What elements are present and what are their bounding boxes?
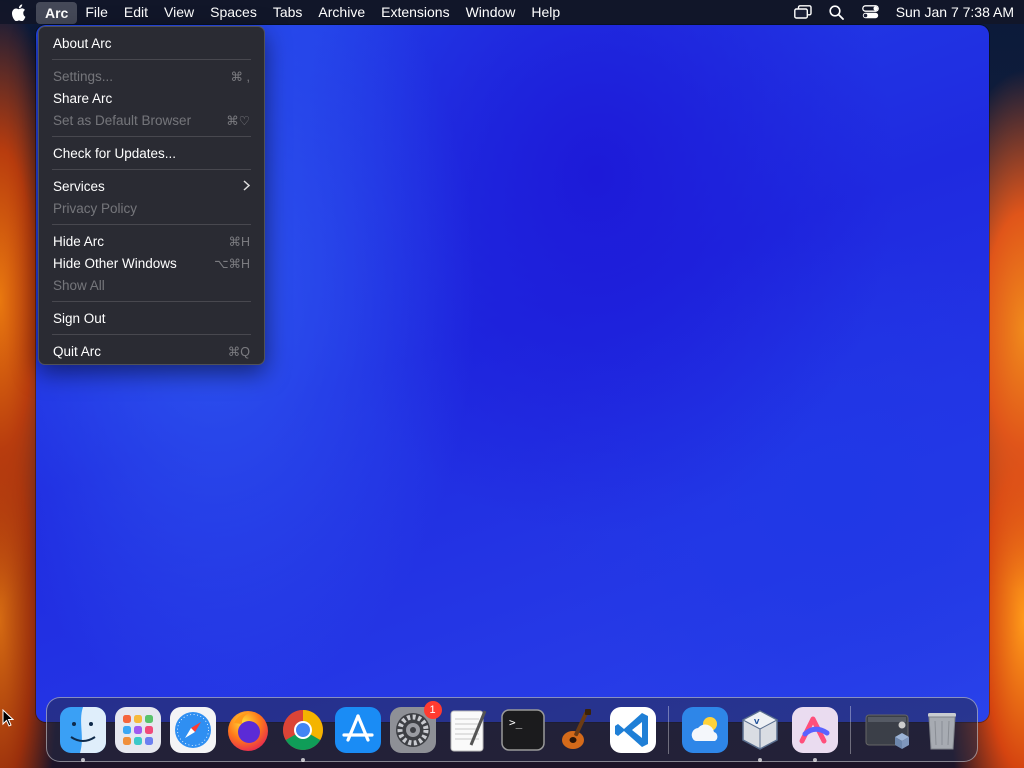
menu-arc[interactable]: Arc — [36, 1, 78, 24]
arc-icon[interactable] — [791, 706, 838, 762]
menu-item-shortcut: ⌘ , — [230, 69, 250, 84]
menu-item-label: Quit Arc — [53, 343, 102, 359]
running-indicator — [300, 757, 305, 762]
menu-item-label: Hide Arc — [53, 233, 105, 249]
menu-spaces[interactable]: Spaces — [202, 0, 265, 24]
menu-item-set-default-browser: Set as Default Browser ⌘♡ — [39, 109, 264, 131]
menu-item-label: Sign Out — [53, 310, 106, 326]
launchpad-icon[interactable] — [114, 706, 161, 753]
system-settings-icon[interactable]: 1 — [389, 700, 442, 753]
dock-divider — [850, 705, 851, 754]
menu-archive[interactable]: Archive — [310, 0, 373, 24]
menu-separator — [52, 59, 251, 60]
finder-icon[interactable] — [59, 706, 106, 762]
search-icon[interactable] — [820, 0, 854, 24]
menu-item-label: Services — [53, 178, 105, 194]
app-store-icon[interactable] — [334, 706, 381, 753]
menubar-clock[interactable]: Sun Jan 7 7:38 AM — [896, 4, 1014, 20]
notification-badge: 1 — [423, 700, 442, 719]
menu-item-label: Check for Updates... — [53, 145, 177, 161]
safari-icon[interactable] — [169, 706, 216, 753]
garageband-icon[interactable] — [555, 707, 601, 753]
menu-item-privacy-policy: Privacy Policy — [39, 197, 264, 219]
menu-item-about-arc[interactable]: About Arc — [39, 32, 264, 54]
menu-bar: Arc File Edit View Spaces Tabs Archive E… — [0, 0, 1024, 24]
chrome-icon[interactable] — [280, 707, 326, 762]
dock-divider — [668, 705, 669, 754]
menu-window[interactable]: Window — [458, 0, 524, 24]
menu-item-shortcut: ⌘H — [228, 234, 250, 249]
svg-text:V: V — [754, 718, 760, 726]
menu-item-hide-other-windows[interactable]: Hide Other Windows ⌥⌘H — [39, 252, 264, 274]
menu-item-label: Show All — [53, 277, 105, 293]
menu-file[interactable]: File — [77, 0, 116, 24]
menu-item-shortcut: ⌥⌘H — [214, 256, 250, 271]
menu-item-label: Hide Other Windows — [53, 255, 177, 271]
menu-separator — [52, 169, 251, 170]
menu-extensions[interactable]: Extensions — [373, 0, 457, 24]
svg-text:>_: >_ — [509, 716, 523, 729]
menu-help[interactable]: Help — [523, 0, 568, 24]
menu-item-label: Share Arc — [53, 90, 113, 106]
weather-icon[interactable] — [681, 706, 728, 753]
screen-mirroring-icon[interactable] — [786, 0, 820, 24]
downloads-stack-icon[interactable] — [864, 707, 910, 753]
menu-item-show-all: Show All — [39, 274, 264, 296]
menu-edit[interactable]: Edit — [116, 0, 156, 24]
virtualbox-icon[interactable]: V — [737, 707, 783, 762]
menu-item-label: Privacy Policy — [53, 200, 138, 216]
mouse-cursor-icon — [2, 708, 15, 732]
menu-item-settings: Settings... ⌘ , — [39, 65, 264, 87]
menu-item-shortcut: ⌘♡ — [226, 113, 250, 128]
terminal-icon[interactable]: >_ — [500, 707, 546, 753]
menu-separator — [52, 301, 251, 302]
running-indicator — [757, 757, 762, 762]
running-indicator — [812, 757, 817, 762]
menu-item-check-for-updates[interactable]: Check for Updates... — [39, 142, 264, 164]
menu-view[interactable]: View — [156, 0, 202, 24]
menu-tabs[interactable]: Tabs — [265, 0, 311, 24]
menu-item-label: Settings... — [53, 68, 114, 84]
textedit-icon[interactable] — [445, 707, 491, 753]
control-center-icon[interactable] — [854, 0, 888, 24]
trash-icon[interactable] — [919, 707, 965, 753]
chevron-right-icon — [243, 178, 251, 194]
menu-separator — [52, 334, 251, 335]
menu-item-quit-arc[interactable]: Quit Arc ⌘Q — [39, 340, 264, 362]
menu-item-label: About Arc — [53, 35, 112, 51]
firefox-icon[interactable] — [225, 707, 271, 753]
menu-item-sign-out[interactable]: Sign Out — [39, 307, 264, 329]
menu-item-hide-arc[interactable]: Hide Arc ⌘H — [39, 230, 264, 252]
menu-item-label: Set as Default Browser — [53, 112, 192, 128]
vscode-icon[interactable] — [609, 706, 656, 753]
menu-separator — [52, 224, 251, 225]
menu-item-services[interactable]: Services — [39, 175, 264, 197]
dock: 1 >_ V — [46, 697, 978, 762]
running-indicator — [80, 757, 85, 762]
apple-icon[interactable] — [0, 0, 36, 24]
menu-item-shortcut: ⌘Q — [227, 344, 250, 359]
menu-item-share-arc[interactable]: Share Arc — [39, 87, 264, 109]
menu-separator — [52, 136, 251, 137]
arc-app-menu: About Arc Settings... ⌘ , Share Arc Set … — [38, 26, 265, 365]
